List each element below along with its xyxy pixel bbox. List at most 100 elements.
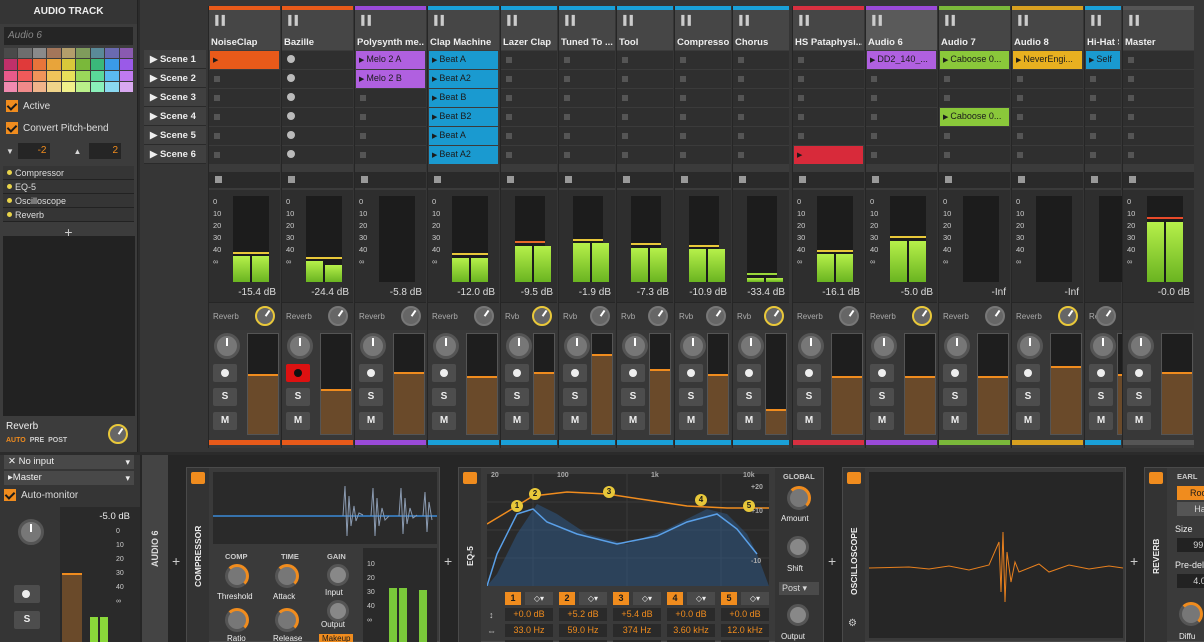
- empty-clip-slot[interactable]: [793, 89, 864, 107]
- eq-band-number[interactable]: 4: [667, 592, 683, 605]
- power-icon[interactable]: [463, 472, 477, 484]
- makeup-toggle[interactable]: Makeup: [319, 634, 354, 642]
- palette-swatch[interactable]: [47, 48, 61, 59]
- palette-swatch[interactable]: [76, 81, 90, 92]
- eq-band-type-select[interactable]: ◇▾: [633, 592, 661, 605]
- empty-clip-slot[interactable]: [866, 89, 937, 107]
- eq-band-gain[interactable]: +5.2 dB: [559, 608, 607, 621]
- palette-swatch[interactable]: [105, 81, 119, 92]
- empty-clip-slot[interactable]: [733, 108, 789, 126]
- palette-swatch[interactable]: [47, 81, 61, 92]
- power-icon[interactable]: [1149, 472, 1163, 484]
- empty-clip-slot[interactable]: [1012, 70, 1083, 88]
- empty-clip-slot[interactable]: [675, 51, 731, 69]
- eq-band-type-select[interactable]: ◇▾: [579, 592, 607, 605]
- solo-button[interactable]: S: [943, 388, 967, 406]
- palette-swatch[interactable]: [4, 70, 18, 81]
- convert-pitch-bend-checkbox[interactable]: Convert Pitch-bend: [6, 120, 131, 136]
- volume-fader[interactable]: [466, 333, 498, 435]
- empty-clip-slot[interactable]: [1123, 146, 1194, 164]
- mute-button[interactable]: M: [797, 412, 821, 430]
- palette-swatch[interactable]: [105, 70, 119, 81]
- record-arm-button[interactable]: [1089, 364, 1113, 382]
- empty-clip-slot[interactable]: [1085, 127, 1121, 145]
- pan-knob[interactable]: [1090, 333, 1116, 359]
- track-fader[interactable]: [62, 573, 82, 642]
- pan-knob[interactable]: [1017, 333, 1043, 359]
- eq-band-node-4[interactable]: 4: [695, 494, 707, 506]
- eq-band-node-5[interactable]: 5: [743, 500, 755, 512]
- solo-button[interactable]: S: [432, 388, 456, 406]
- output-gain-knob[interactable]: [327, 600, 349, 622]
- mute-button[interactable]: M: [432, 412, 456, 430]
- clip-slot[interactable]: Beat A2: [429, 70, 498, 88]
- empty-clip-slot[interactable]: [1123, 108, 1194, 126]
- empty-clip-slot[interactable]: [1085, 89, 1121, 107]
- palette-swatch[interactable]: [32, 81, 47, 92]
- empty-clip-slot[interactable]: [355, 108, 426, 126]
- output-select[interactable]: ▸Master: [4, 471, 134, 485]
- empty-clip-slot[interactable]: [733, 51, 789, 69]
- power-icon[interactable]: [191, 472, 205, 484]
- volume-fader[interactable]: [765, 333, 787, 435]
- empty-clip-slot[interactable]: [355, 146, 426, 164]
- add-device-between-3[interactable]: +: [1130, 553, 1138, 569]
- send-knob[interactable]: [255, 306, 275, 326]
- track-header[interactable]: ▐▐ Chorus: [733, 10, 789, 50]
- active-checkbox[interactable]: Active: [6, 98, 131, 114]
- reverb-predelay-field[interactable]: 4.00: [1177, 574, 1204, 588]
- palette-swatch[interactable]: [90, 59, 105, 70]
- track-stop-bar[interactable]: [793, 172, 864, 188]
- empty-clip-slot[interactable]: [1123, 70, 1194, 88]
- empty-clip-slot[interactable]: [209, 108, 280, 126]
- mute-button[interactable]: M: [286, 412, 310, 430]
- eq-band-type-select[interactable]: ◇▾: [687, 592, 715, 605]
- empty-clip-slot[interactable]: [282, 89, 353, 107]
- palette-swatch[interactable]: [119, 59, 133, 70]
- palette-swatch[interactable]: [47, 70, 61, 81]
- empty-clip-slot[interactable]: [282, 127, 353, 145]
- empty-clip-slot[interactable]: [1085, 146, 1121, 164]
- send-knob[interactable]: [532, 306, 552, 326]
- record-arm-button[interactable]: [359, 364, 383, 382]
- volume-fader[interactable]: [904, 333, 936, 435]
- track-header[interactable]: ▐▐ Clap Machine: [428, 10, 499, 50]
- mute-button[interactable]: M: [621, 412, 645, 430]
- track-header[interactable]: ▐▐ Polysynth me...: [355, 10, 426, 50]
- track-header[interactable]: ▐▐ Master: [1123, 10, 1194, 50]
- eq-band-number[interactable]: 3: [613, 592, 629, 605]
- eq-output-knob[interactable]: [787, 604, 809, 626]
- volume-fader[interactable]: [393, 333, 425, 435]
- empty-clip-slot[interactable]: [559, 89, 615, 107]
- send-knob[interactable]: [328, 306, 348, 326]
- solo-button[interactable]: S: [737, 388, 761, 406]
- device-item-eq5[interactable]: EQ-5: [3, 180, 134, 194]
- send-knob[interactable]: [985, 306, 1005, 326]
- volume-fader[interactable]: [649, 333, 671, 435]
- volume-fader[interactable]: [831, 333, 863, 435]
- add-device-before-button[interactable]: +: [172, 553, 180, 569]
- empty-clip-slot[interactable]: [559, 51, 615, 69]
- track-stop-bar[interactable]: [1012, 172, 1083, 188]
- auto-monitor-checkbox[interactable]: Auto-monitor: [4, 487, 78, 503]
- palette-swatch[interactable]: [76, 70, 90, 81]
- eq-band-type-select[interactable]: ◇▾: [741, 592, 769, 605]
- eq-band-node-2[interactable]: 2: [529, 488, 541, 500]
- track-header[interactable]: ▐▐ Hi-Hat S: [1085, 10, 1121, 50]
- eq-band-gain[interactable]: +0.0 dB: [505, 608, 553, 621]
- palette-swatch[interactable]: [32, 59, 47, 70]
- record-arm-button[interactable]: [679, 364, 703, 382]
- empty-clip-slot[interactable]: [501, 89, 557, 107]
- solo-button[interactable]: S: [213, 388, 237, 406]
- eq-band-type-select[interactable]: ◇▾: [525, 592, 553, 605]
- empty-clip-slot[interactable]: [559, 146, 615, 164]
- empty-clip-slot[interactable]: [282, 146, 353, 164]
- reverb-hall-button[interactable]: Hall: [1177, 502, 1204, 516]
- empty-clip-slot[interactable]: [675, 127, 731, 145]
- device-item-oscilloscope[interactable]: Oscilloscope: [3, 194, 134, 208]
- clip-slot[interactable]: Melo 2 A: [356, 51, 425, 69]
- record-arm-button[interactable]: [870, 364, 894, 382]
- pan-knob[interactable]: [871, 333, 897, 359]
- solo-button[interactable]: S: [797, 388, 821, 406]
- volume-fader[interactable]: [1050, 333, 1082, 435]
